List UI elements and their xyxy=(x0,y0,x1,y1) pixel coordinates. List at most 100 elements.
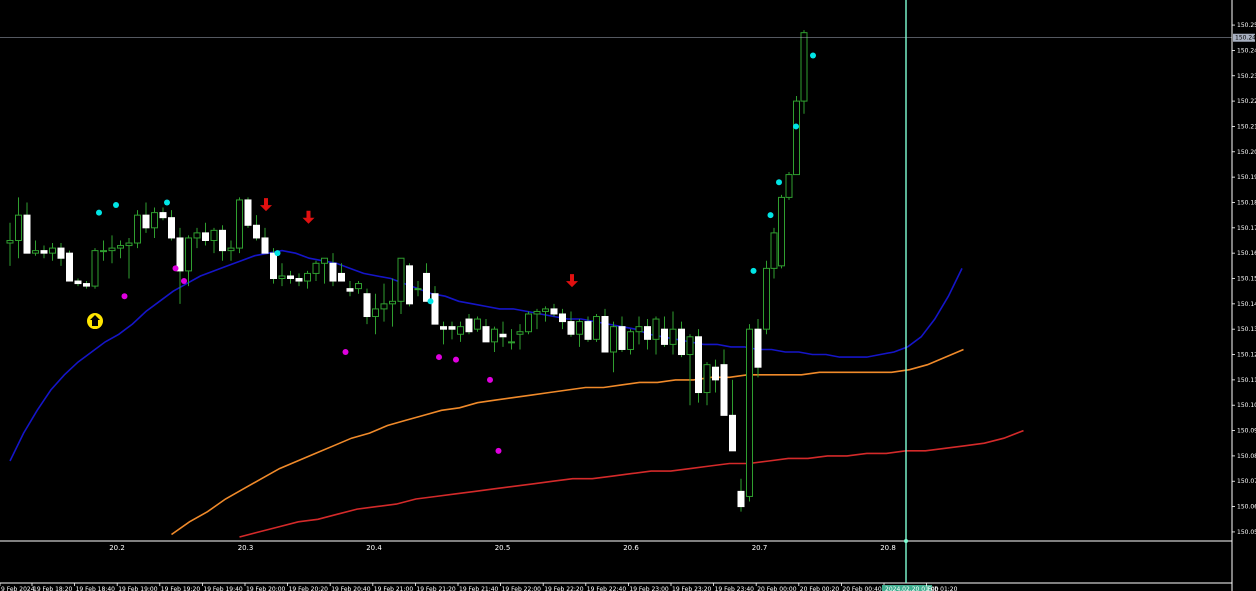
candle-body xyxy=(261,237,269,254)
high-dot-marker xyxy=(113,202,119,209)
candle-body xyxy=(321,257,328,264)
candle-body xyxy=(202,232,209,241)
price-tick-label: 150.220 xyxy=(1237,98,1256,105)
time-axis-label: 19 Feb 22:20 xyxy=(544,586,584,591)
time-axis-label: 19 Feb 18:40 xyxy=(76,586,116,591)
chart-background xyxy=(0,0,1256,591)
candle-body xyxy=(363,293,371,318)
high-dot-marker xyxy=(776,179,782,186)
price-tick-label: 150.090 xyxy=(1237,428,1256,435)
candle-body xyxy=(559,313,566,323)
time-axis-label: 19 Feb 23:00 xyxy=(629,586,669,591)
candle-body xyxy=(669,328,677,345)
candle-body xyxy=(448,326,456,330)
price-tick-label: 150.250 xyxy=(1237,22,1256,29)
price-tick-label: 150.060 xyxy=(1237,504,1256,511)
candle-body xyxy=(253,224,260,239)
price-tick-label: 150.050 xyxy=(1237,529,1256,536)
time-axis-label: 19 Feb 23:40 xyxy=(715,586,755,591)
candle-body xyxy=(83,283,90,287)
subwindow-tick-label: 20.6 xyxy=(623,544,639,552)
time-axis-label: 19 Feb 20:00 xyxy=(246,586,286,591)
candle-body xyxy=(117,245,124,249)
high-dot-marker xyxy=(96,209,102,216)
high-dot-marker xyxy=(750,267,757,274)
high-dot-marker xyxy=(767,212,774,219)
candle-body xyxy=(703,364,711,394)
candle-body xyxy=(134,214,141,244)
candle-body xyxy=(23,214,31,254)
price-tick-label: 150.170 xyxy=(1237,225,1256,232)
low-dot-marker xyxy=(181,278,187,285)
candle-body xyxy=(618,326,626,350)
candle-body xyxy=(355,283,362,290)
candle-body xyxy=(550,308,558,315)
time-axis-label: 19 Feb 22:40 xyxy=(587,586,627,591)
price-tick-label: 150.190 xyxy=(1237,174,1256,181)
time-axis-label: 20 Feb 00:20 xyxy=(800,586,840,591)
high-dot-marker xyxy=(810,52,816,59)
price-tick-label: 150.160 xyxy=(1237,250,1256,257)
candle-body xyxy=(380,303,388,310)
time-axis-label: 19 Feb 20:40 xyxy=(331,586,371,591)
time-axis-label: Feb 01:20 xyxy=(928,586,958,591)
candle-body xyxy=(414,288,422,291)
candle-body xyxy=(40,250,48,254)
candle-body xyxy=(525,313,532,333)
price-tick-label: 150.210 xyxy=(1237,123,1256,130)
candle-body xyxy=(593,316,600,340)
candle-body xyxy=(338,272,345,282)
time-axis-label: 19 Feb 21:20 xyxy=(416,586,456,591)
candle-body xyxy=(125,242,133,247)
candle-body xyxy=(295,278,303,282)
candle-body xyxy=(142,214,150,229)
candle-body xyxy=(278,275,286,280)
candle-body xyxy=(91,250,99,287)
candle-body xyxy=(168,217,175,239)
time-axis-label: 19 Feb 22:00 xyxy=(502,586,542,591)
candle-body xyxy=(695,336,702,394)
candle-body xyxy=(15,214,22,241)
time-axis-label: 19 Feb 19:00 xyxy=(118,586,158,591)
candle-body xyxy=(610,326,617,353)
subwindow-tick-label: 20.5 xyxy=(495,544,511,552)
candle-body xyxy=(465,318,473,333)
time-axis-label: 19 Feb 21:00 xyxy=(374,586,414,591)
candle-body xyxy=(287,275,294,280)
candle-body xyxy=(678,328,685,356)
price-tick-label: 150.100 xyxy=(1237,402,1256,409)
candle-body xyxy=(219,229,226,252)
candle-body xyxy=(800,32,808,102)
candle-body xyxy=(397,257,405,302)
candle-body xyxy=(785,174,793,198)
candle-body xyxy=(108,247,116,252)
candle-body xyxy=(176,237,184,272)
price-tick-label: 150.110 xyxy=(1237,377,1256,384)
low-dot-marker xyxy=(342,348,349,355)
candle-body xyxy=(474,318,481,330)
candle-body xyxy=(661,328,668,345)
low-dot-marker xyxy=(495,447,502,454)
candle-body xyxy=(763,267,770,330)
candle-body xyxy=(159,212,167,219)
candle-body xyxy=(304,272,311,282)
candle-body xyxy=(100,250,107,253)
candle-body xyxy=(151,212,158,229)
candle-body xyxy=(746,328,753,497)
candle-body xyxy=(644,326,651,340)
candle-body xyxy=(389,300,396,305)
candle-body xyxy=(729,414,736,452)
subwindow-tick-label: 20.3 xyxy=(238,544,254,552)
candle-body xyxy=(431,293,439,325)
time-axis-label: 19 Feb 23:20 xyxy=(672,586,712,591)
candle-body xyxy=(737,490,745,508)
candle-body xyxy=(372,308,379,318)
candle-body xyxy=(652,318,660,340)
price-chart[interactable]: 150.250 150.240 150.230 150.220 150.210 150.2… xyxy=(0,0,1256,591)
candle-body xyxy=(491,328,498,343)
time-axis-label: 20 Feb 00:40 xyxy=(842,586,882,591)
candle-body xyxy=(770,232,778,269)
candle-body xyxy=(627,331,634,350)
time-axis-label: 19 Feb 18:20 xyxy=(33,586,73,591)
candle-body xyxy=(423,272,430,302)
